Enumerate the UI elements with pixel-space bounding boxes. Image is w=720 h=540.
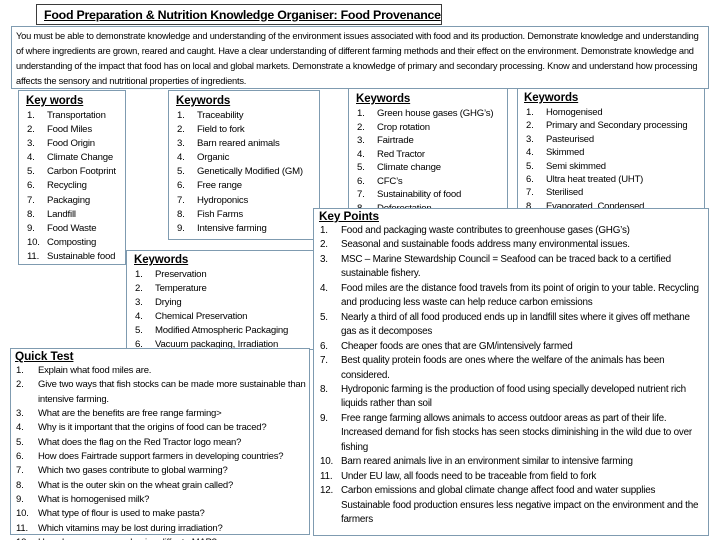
list-item: MSC – Marine Stewardship Council = Seafo… bbox=[320, 253, 671, 280]
list-item: Free range bbox=[177, 179, 242, 193]
list-item: Chemical Preservation bbox=[135, 310, 248, 324]
keywords-box-3: Keywords Green house gases (GHG’s) Crop … bbox=[348, 88, 508, 218]
list-item: Temperature bbox=[135, 282, 207, 296]
quick-test-list: Explain what food miles are. Give two wa… bbox=[14, 364, 306, 540]
list-item: Traceability bbox=[177, 109, 244, 123]
intro-text: You must be able to demonstrate knowledg… bbox=[16, 31, 699, 87]
list-item: Semi skimmed bbox=[526, 160, 606, 174]
list-item: Food miles are the distance food travels… bbox=[320, 282, 699, 309]
list-item: Genetically Modified (GM) bbox=[177, 165, 303, 179]
key-points-heading: Key Points bbox=[319, 209, 379, 223]
list-item: Field to fork bbox=[177, 123, 245, 137]
list-item: Hydroponics bbox=[177, 194, 249, 208]
list-item: Sustainability of food bbox=[357, 188, 462, 201]
list-item: Packaging bbox=[27, 194, 91, 208]
list-item: Recycling bbox=[27, 179, 87, 193]
keywords-3-heading: Keywords bbox=[356, 93, 411, 105]
quick-test-heading: Quick Test bbox=[15, 349, 74, 363]
list-item: Barn reared animals bbox=[177, 137, 280, 151]
keywords-1-heading: Key words bbox=[26, 95, 84, 107]
list-item: Red Tractor bbox=[357, 148, 425, 161]
list-item: Nearly a third of all food produced ends… bbox=[320, 311, 690, 338]
list-item: Hydroponic farming is the production of … bbox=[320, 383, 686, 410]
keywords-5-heading: Keywords bbox=[134, 254, 189, 266]
list-item: Food Miles bbox=[27, 123, 92, 137]
list-item: Free range farming allows animals to acc… bbox=[320, 412, 692, 453]
list-item: Climate change bbox=[357, 161, 441, 174]
list-item: Preservation bbox=[135, 268, 207, 282]
list-item: Which two gases contribute to global war… bbox=[16, 464, 228, 479]
list-item: Climate Change bbox=[27, 151, 113, 165]
list-item: Why is it important that the origins of … bbox=[16, 421, 267, 436]
quick-test-box: Quick Test Explain what food miles are. … bbox=[10, 348, 310, 540]
list-item: Fairtrade bbox=[357, 134, 414, 147]
list-item: Green house gases (GHG’s) bbox=[357, 107, 494, 120]
list-item: What is the outer skin on the wheat grai… bbox=[16, 479, 234, 494]
list-item: What does the flag on the Red Tractor lo… bbox=[16, 436, 242, 451]
key-points-list: Food and packaging waste contributes to … bbox=[317, 224, 705, 528]
list-item: What type of flour is used to make pasta… bbox=[16, 507, 205, 522]
keywords-4-heading: Keywords bbox=[524, 92, 579, 104]
list-item: Skimmed bbox=[526, 146, 585, 160]
list-item: CFC’s bbox=[357, 175, 403, 188]
list-item: Organic bbox=[177, 151, 230, 165]
list-item: Fish Farms bbox=[177, 208, 243, 222]
keywords-3-list: Green house gases (GHG’s) Crop rotation … bbox=[355, 107, 505, 215]
list-item: Sustainable food bbox=[27, 250, 116, 264]
keywords-1-list: Transportation Food Miles Food Origin Cl… bbox=[25, 109, 123, 264]
intro-box: You must be able to demonstrate knowledg… bbox=[11, 26, 709, 89]
list-item: Composting bbox=[27, 236, 97, 250]
list-item: Food Waste bbox=[27, 222, 97, 236]
list-item: Intensive farming bbox=[177, 222, 267, 236]
list-item: Cheaper foods are ones that are GM/inten… bbox=[320, 340, 573, 355]
keywords-4-list: Homogenised Primary and Secondary proces… bbox=[524, 106, 702, 214]
page-title: Food Preparation & Nutrition Knowledge O… bbox=[44, 7, 441, 22]
key-points-box: Key Points Food and packaging waste cont… bbox=[313, 208, 709, 536]
list-item: Primary and Secondary processing bbox=[526, 119, 688, 133]
list-item: Landfill bbox=[27, 208, 76, 222]
list-item: Food Origin bbox=[27, 137, 95, 151]
list-item: Carbon emissions and global climate chan… bbox=[320, 484, 699, 526]
list-item: How does Fairtrade support farmers in de… bbox=[16, 450, 284, 465]
keywords-2-list: Traceability Field to fork Barn reared a… bbox=[175, 109, 317, 236]
list-item: Explain what food miles are. bbox=[16, 364, 152, 379]
list-item: What is homogenised milk? bbox=[16, 493, 150, 508]
list-item: Ultra heat treated (UHT) bbox=[526, 173, 644, 187]
list-item: Drying bbox=[135, 296, 182, 310]
knowledge-organiser-page: Food Preparation & Nutrition Knowledge O… bbox=[0, 0, 720, 540]
list-item: Modified Atmospheric Packaging bbox=[135, 324, 289, 338]
list-item: How does vacuum packaging differ to MAP? bbox=[14, 536, 306, 540]
keywords-2-heading: Keywords bbox=[176, 95, 231, 107]
list-item: Which vitamins may be lost during irradi… bbox=[16, 522, 223, 537]
list-item: Seasonal and sustainable foods address m… bbox=[320, 238, 630, 253]
page-title-box: Food Preparation & Nutrition Knowledge O… bbox=[36, 4, 442, 25]
list-item: Food and packaging waste contributes to … bbox=[320, 224, 630, 239]
list-item: Barn reared animals live in an environme… bbox=[320, 455, 633, 470]
list-item: Homogenised bbox=[526, 106, 603, 120]
list-item: Best quality protein foods are ones wher… bbox=[320, 354, 665, 381]
list-item: Transportation bbox=[27, 109, 106, 123]
list-item: Carbon Footprint bbox=[27, 165, 116, 179]
keywords-5-list: Preservation Temperature Drying Chemical… bbox=[133, 268, 314, 352]
list-item: Give two ways that fish stocks can be ma… bbox=[16, 378, 306, 405]
keywords-box-5: Keywords Preservation Temperature Drying… bbox=[126, 250, 317, 352]
keywords-box-1: Key words Transportation Food Miles Food… bbox=[18, 90, 126, 265]
keywords-box-4: Keywords Homogenised Primary and Seconda… bbox=[517, 88, 705, 216]
list-item: What are the benefits are free range far… bbox=[16, 407, 222, 422]
keywords-box-2: Keywords Traceability Field to fork Barn… bbox=[168, 90, 320, 240]
list-item: Pasteurised bbox=[526, 133, 594, 147]
list-item: Sterilised bbox=[526, 186, 584, 200]
list-item: Crop rotation bbox=[357, 121, 430, 134]
list-item: Under EU law, all foods need to be trace… bbox=[320, 470, 597, 485]
